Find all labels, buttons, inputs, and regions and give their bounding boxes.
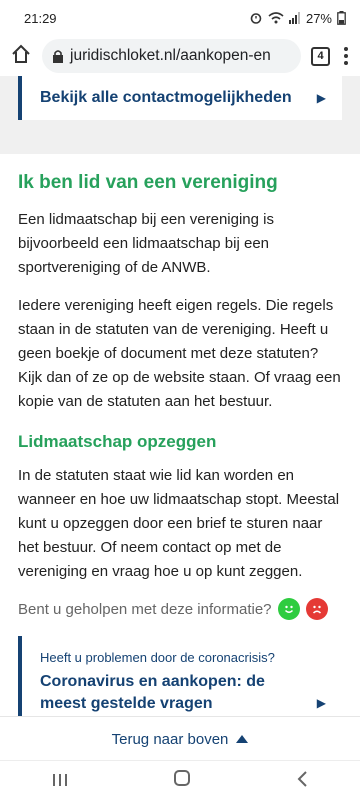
article: Ik ben lid van een vereniging Een lidmaa… bbox=[0, 154, 360, 726]
address-bar[interactable]: juridischloket.nl/aankopen-en bbox=[42, 39, 301, 73]
paragraph-rules: Iedere vereniging heeft eigen regels. Di… bbox=[18, 297, 341, 410]
back-to-top-label: Terug naar boven bbox=[111, 730, 229, 748]
wifi-icon bbox=[268, 12, 284, 24]
back-to-top-button[interactable]: Terug naar boven bbox=[0, 716, 360, 761]
corona-faq-card[interactable]: Heeft u problemen door de coronacrisis? … bbox=[18, 636, 342, 726]
url-text: juridischloket.nl/aankopen-en bbox=[70, 47, 271, 64]
battery-level: 27% bbox=[305, 10, 332, 26]
page-content: Bekijk alle contactmogelijkheden ▶ Ik be… bbox=[0, 76, 360, 726]
recent-apps-icon[interactable] bbox=[52, 770, 68, 793]
contact-band: Bekijk alle contactmogelijkheden ▶ bbox=[0, 76, 360, 154]
arrow-up-icon bbox=[236, 735, 249, 743]
subsection-title: Lidmaatschap opzeggen bbox=[18, 432, 217, 451]
chevron-right-icon: ▶ bbox=[316, 91, 326, 105]
corona-faq-link[interactable]: Coronavirus en aankopen: de meest gestel… bbox=[40, 671, 300, 715]
happy-face-icon[interactable] bbox=[277, 598, 300, 620]
home-icon[interactable] bbox=[10, 43, 32, 70]
system-nav-bar bbox=[0, 760, 360, 801]
sad-face-icon[interactable] bbox=[305, 598, 328, 620]
status-icons: 27% bbox=[249, 11, 346, 26]
kebab-menu-icon[interactable] bbox=[340, 47, 352, 65]
home-nav-icon[interactable] bbox=[173, 769, 191, 793]
alarm-icon bbox=[250, 13, 262, 24]
paragraph-intro: Een lidmaatschap bij een vereniging is b… bbox=[18, 211, 274, 276]
battery-icon bbox=[337, 11, 346, 25]
section-title: Ik ben lid van een vereniging bbox=[18, 172, 278, 193]
lock-icon bbox=[53, 50, 63, 63]
contact-options-card[interactable]: Bekijk alle contactmogelijkheden ▶ bbox=[18, 76, 342, 120]
back-nav-icon[interactable] bbox=[296, 770, 308, 793]
feedback-row: Bent u geholpen met deze informatie? bbox=[18, 598, 342, 620]
contact-options-link[interactable]: Bekijk alle contactmogelijkheden bbox=[40, 89, 292, 107]
corona-label: Heeft u problemen door de coronacrisis? bbox=[40, 650, 275, 665]
chevron-right-icon: ▶ bbox=[316, 696, 326, 710]
feedback-question: Bent u geholpen met deze informatie? bbox=[18, 600, 272, 618]
signal-icon bbox=[288, 12, 300, 24]
status-bar: 21:29 27% bbox=[0, 0, 360, 36]
status-time: 21:29 bbox=[24, 10, 57, 26]
browser-toolbar: juridischloket.nl/aankopen-en 4 bbox=[0, 36, 360, 76]
tab-switcher-button[interactable]: 4 bbox=[311, 46, 330, 66]
paragraph-cancel: In de statuten staat wie lid kan worden … bbox=[18, 467, 340, 580]
